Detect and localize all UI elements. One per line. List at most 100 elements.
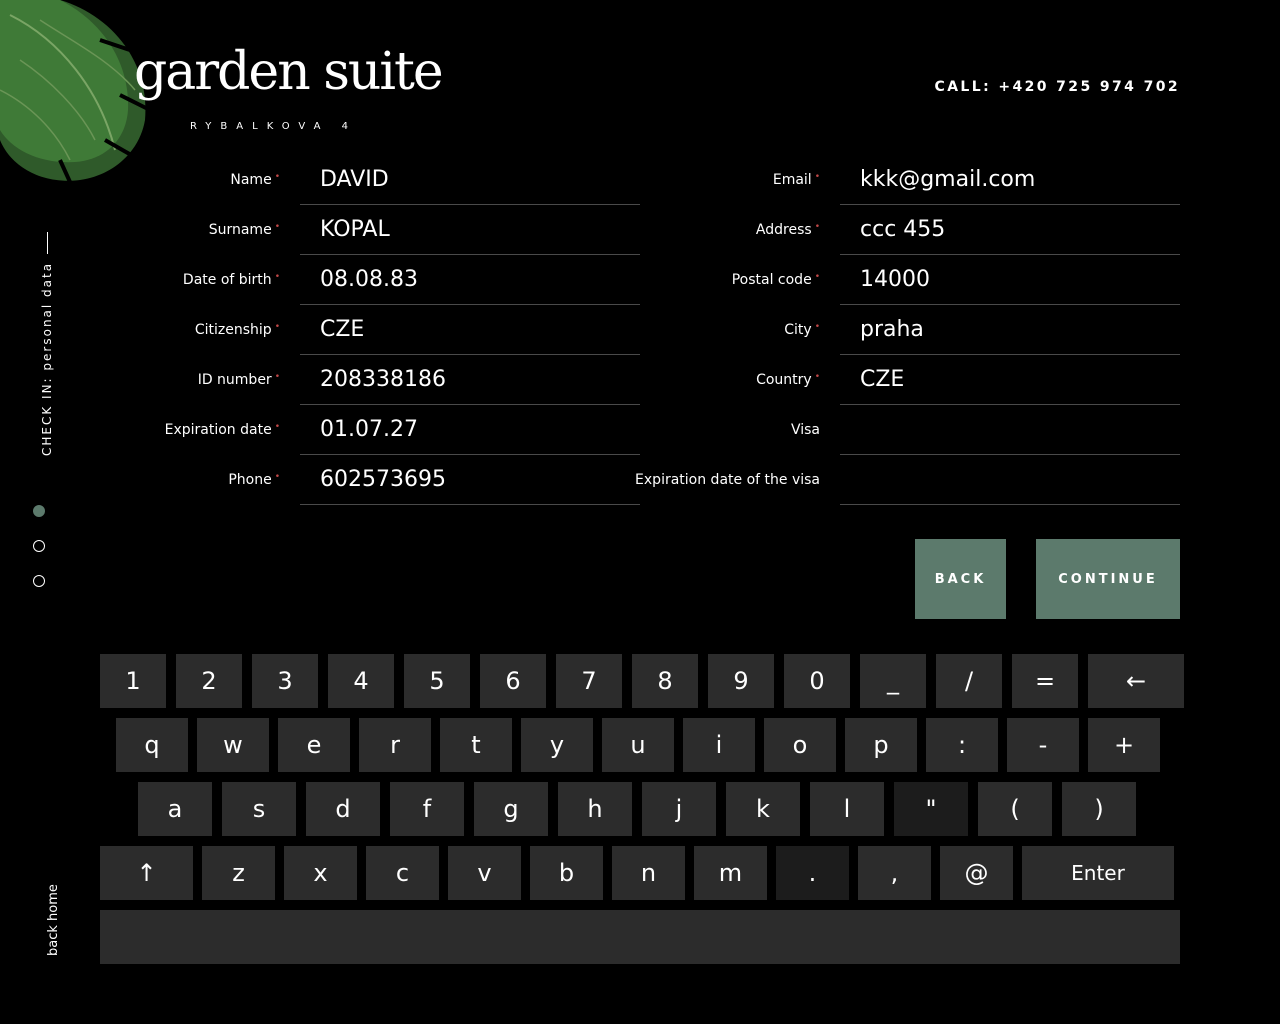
form-row-surname: Surname • xyxy=(100,205,640,255)
form-row-phone: Phone • xyxy=(100,455,640,505)
field-container xyxy=(840,455,1180,505)
key-7[interactable]: 7 xyxy=(556,654,622,708)
quote-key[interactable]: " xyxy=(894,782,968,836)
field-container xyxy=(840,205,1180,255)
key-p[interactable]: p xyxy=(845,718,917,772)
keyboard-row-2: q w e r t y u i o p: - + xyxy=(116,718,1160,772)
keyboard-space-key[interactable] xyxy=(100,910,1180,964)
input-address[interactable] xyxy=(840,205,1180,253)
key-o[interactable]: o xyxy=(764,718,836,772)
paren-open-key[interactable]: ( xyxy=(978,782,1052,836)
key-d[interactable]: d xyxy=(306,782,380,836)
back-home-link[interactable]: back home xyxy=(46,884,61,956)
key-t[interactable]: t xyxy=(440,718,512,772)
key-g[interactable]: g xyxy=(474,782,548,836)
step-indicator-1 xyxy=(33,505,45,517)
required-marker: • xyxy=(274,472,280,482)
input-id-number[interactable] xyxy=(300,355,640,403)
step-indicator-2 xyxy=(33,540,45,552)
field-label-citizenship: Citizenship • xyxy=(80,305,280,355)
plus-key[interactable]: + xyxy=(1088,718,1160,772)
required-marker: • xyxy=(274,322,280,332)
enter-key[interactable]: Enter xyxy=(1022,846,1174,900)
input-name[interactable] xyxy=(300,155,640,203)
continue-button[interactable]: CONTINUE xyxy=(1036,539,1180,619)
form-right-column: Email•Address•Postal code•City•Country•V… xyxy=(635,155,1180,505)
key-0[interactable]: 0 xyxy=(784,654,850,708)
key-6[interactable]: 6 xyxy=(480,654,546,708)
key-8[interactable]: 8 xyxy=(632,654,698,708)
key-u[interactable]: u xyxy=(602,718,674,772)
comma-key[interactable]: , xyxy=(858,846,931,900)
input-country[interactable] xyxy=(840,355,1180,403)
key-q[interactable]: q xyxy=(116,718,188,772)
input-citizenship[interactable] xyxy=(300,305,640,353)
key-y[interactable]: y xyxy=(521,718,593,772)
key-1[interactable]: 1 xyxy=(100,654,166,708)
field-label-text: Expiration date of the visa xyxy=(635,471,820,488)
key-3[interactable]: 3 xyxy=(252,654,318,708)
minus-key[interactable]: - xyxy=(1007,718,1079,772)
field-label-address: Address • xyxy=(620,205,820,255)
input-postal-code[interactable] xyxy=(840,255,1180,303)
key-s[interactable]: s xyxy=(222,782,296,836)
key-a[interactable]: a xyxy=(138,782,212,836)
key-i[interactable]: i xyxy=(683,718,755,772)
required-marker: • xyxy=(274,172,280,182)
field-container xyxy=(840,305,1180,355)
key-m[interactable]: m xyxy=(694,846,767,900)
input-visa[interactable] xyxy=(840,405,1180,453)
field-label-text: Name xyxy=(230,171,272,188)
required-marker: • xyxy=(814,322,820,332)
input-expiration-date[interactable] xyxy=(300,405,640,453)
key-l[interactable]: l xyxy=(810,782,884,836)
key-c[interactable]: c xyxy=(366,846,439,900)
field-label-text: Address xyxy=(755,221,812,238)
field-container xyxy=(300,355,640,405)
field-label-postal-code: Postal code • xyxy=(620,255,820,305)
key-2[interactable]: 2 xyxy=(176,654,242,708)
key-n[interactable]: n xyxy=(612,846,685,900)
key-4[interactable]: 4 xyxy=(328,654,394,708)
key-5[interactable]: 5 xyxy=(404,654,470,708)
input-email[interactable] xyxy=(840,155,1180,203)
key-r[interactable]: r xyxy=(359,718,431,772)
form-row-name: Name • xyxy=(100,155,640,205)
required-marker: • xyxy=(274,222,280,232)
paren-close-key[interactable]: ) xyxy=(1062,782,1136,836)
form-row-visa: Visa xyxy=(640,405,1180,455)
input-expiration-date-of-the-visa[interactable] xyxy=(840,455,1180,503)
logo-title: garden suite xyxy=(134,42,444,102)
field-container xyxy=(840,405,1180,455)
shift-key[interactable]: ↑ xyxy=(100,846,193,900)
period-key[interactable]: . xyxy=(776,846,849,900)
key-h[interactable]: h xyxy=(558,782,632,836)
key-x[interactable]: x xyxy=(284,846,357,900)
step-label-text: CHECK IN: personal data xyxy=(40,261,54,456)
call-phone[interactable]: CALL: +420 725 974 702 xyxy=(935,79,1180,95)
backspace-key[interactable]: ← xyxy=(1088,654,1184,708)
key-9[interactable]: 9 xyxy=(708,654,774,708)
colon-key[interactable]: : xyxy=(926,718,998,772)
required-marker: • xyxy=(814,222,820,232)
keyboard-row-3: a s d f g h j k l "() xyxy=(138,782,1136,836)
key-k[interactable]: k xyxy=(726,782,800,836)
key-f[interactable]: f xyxy=(390,782,464,836)
at-key[interactable]: @ xyxy=(940,846,1013,900)
field-label-id-number: ID number • xyxy=(80,355,280,405)
key-j[interactable]: j xyxy=(642,782,716,836)
key-z[interactable]: z xyxy=(202,846,275,900)
input-surname[interactable] xyxy=(300,205,640,253)
slash-key[interactable]: / xyxy=(936,654,1002,708)
key-w[interactable]: w xyxy=(197,718,269,772)
input-date-of-birth[interactable] xyxy=(300,255,640,303)
underscore-key[interactable]: _ xyxy=(860,654,926,708)
input-city[interactable] xyxy=(840,305,1180,353)
key-v[interactable]: v xyxy=(448,846,521,900)
equals-key[interactable]: = xyxy=(1012,654,1078,708)
keyboard-row-1: 1 2 3 4 5 6 7 8 9 0 _ / = ← xyxy=(100,654,1184,708)
key-b[interactable]: b xyxy=(530,846,603,900)
back-button[interactable]: BACK xyxy=(915,539,1006,619)
input-phone[interactable] xyxy=(300,455,640,503)
key-e[interactable]: e xyxy=(278,718,350,772)
